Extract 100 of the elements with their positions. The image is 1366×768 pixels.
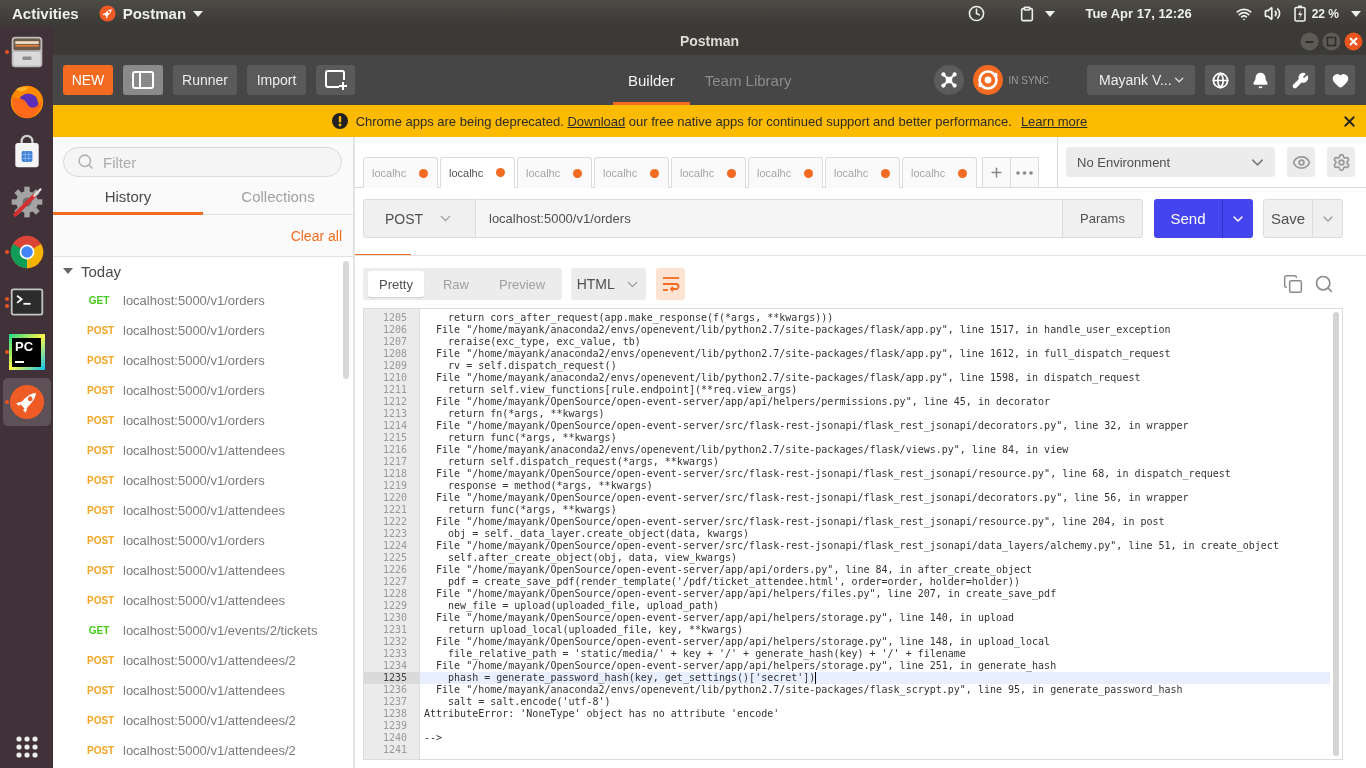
code-line: File "/home/mayank/OpenSource/open-event-server/app/api/helpers/storage.py", line 148, in upload_local	[435, 636, 1051, 648]
clock-icon[interactable]	[968, 5, 986, 22]
new-window-button[interactable]	[316, 65, 355, 95]
globe-button[interactable]	[1205, 65, 1235, 95]
settings-icon	[1331, 152, 1351, 172]
language-select[interactable]: HTML	[571, 268, 647, 300]
clear-all-link[interactable]: Clear all	[290, 227, 342, 244]
line-number: 1210	[381, 372, 408, 384]
banner-message: Chrome apps are being deprecated. Download our free native apps for continued support and better performance.	[355, 113, 1012, 129]
color-ring-icon	[8, 234, 45, 270]
wrench-icon	[1291, 71, 1309, 89]
heart-button[interactable]	[1325, 65, 1355, 95]
caret-icon[interactable]	[1351, 10, 1361, 17]
app-menu[interactable]: Postman	[98, 5, 204, 22]
activities-button[interactable]: Activities	[12, 5, 79, 22]
line-number: 1211	[381, 384, 408, 396]
account-dropdown[interactable]: Mayank V...	[1087, 65, 1195, 95]
apps-grid-icon[interactable]	[15, 736, 38, 758]
history-url[interactable]: localhost:5000/v1/attendees/2	[123, 712, 296, 728]
format-tab[interactable]: Raw	[431, 271, 480, 297]
copy-icon[interactable]	[1283, 274, 1303, 294]
history-url[interactable]: localhost:5000/v1/attendees	[123, 502, 285, 518]
satellite-button[interactable]	[934, 65, 965, 95]
history-url[interactable]: localhost:5000/v1/attendees	[123, 442, 285, 458]
date-time[interactable]: Tue Apr 17, 12:26	[1085, 6, 1192, 21]
code-line: return self.view_functions[rule.endpoint](**req.view_args)	[447, 384, 798, 396]
send-button[interactable]: Send	[1154, 199, 1222, 238]
line-number: 1215	[381, 432, 408, 444]
code-line: new_file = upload(uploaded_file, upload_path)	[447, 600, 719, 612]
code-line: File "/home/mayank/anaconda2/envs/openevent/lib/python2.7/site-packages/flask/app.py", line 1598, in dispatch_request	[435, 372, 1141, 384]
request-tab[interactable]: localhc	[748, 157, 823, 188]
learn-more-link[interactable]: Learn more	[1020, 113, 1088, 129]
window-title: Postman	[679, 33, 740, 49]
request-tab[interactable]: localhc	[440, 157, 515, 188]
history-url[interactable]: localhost:5000/v1/orders	[123, 322, 265, 338]
sidebar-tab[interactable]: History	[53, 180, 203, 215]
format-tab[interactable]: Preview	[488, 271, 557, 297]
wrap-lines-button[interactable]	[656, 268, 686, 300]
history-url[interactable]: localhost:5000/v1/attendees	[123, 682, 285, 698]
request-tab[interactable]: localhc	[671, 157, 746, 188]
history-url[interactable]: localhost:5000/v1/orders	[123, 412, 265, 428]
request-tab[interactable]: localhc	[825, 157, 900, 188]
clipboard-icon[interactable]	[1019, 5, 1036, 22]
history-url[interactable]: localhost:5000/v1/orders	[123, 472, 265, 488]
search-icon[interactable]	[1314, 274, 1334, 294]
sidebar-toggle-button[interactable]	[123, 65, 163, 95]
battery-percentage[interactable]: 22 %	[1311, 6, 1339, 21]
new-button[interactable]: NEW	[63, 65, 113, 95]
history-url[interactable]: localhost:5000/v1/orders	[123, 382, 265, 398]
caret-icon[interactable]	[1045, 10, 1056, 17]
settings-button[interactable]	[1285, 65, 1315, 95]
history-url[interactable]: localhost:5000/v1/attendees/2	[123, 652, 296, 668]
line-number: 1206	[381, 324, 408, 336]
method-select[interactable]: POST	[363, 199, 476, 238]
close-icon[interactable]	[1344, 31, 1363, 51]
history-url[interactable]: localhost:5000/v1/attendees/2	[123, 742, 296, 758]
download-link[interactable]: Download	[567, 113, 626, 129]
line-number: 1219	[381, 480, 408, 492]
line-number: 1231	[381, 624, 408, 636]
request-tab[interactable]: localhc	[363, 157, 438, 188]
scrollbar-thumb[interactable]	[343, 261, 349, 379]
orbit-icon[interactable]	[973, 65, 1004, 95]
history-url[interactable]: localhost:5000/v1/orders	[123, 532, 265, 548]
battery-icon[interactable]	[1293, 5, 1306, 22]
notifications-button[interactable]	[1245, 65, 1275, 95]
line-number: 1216	[381, 444, 408, 456]
filter-field[interactable]: Filter	[63, 147, 342, 177]
history-url[interactable]: localhost:5000/v1/orders	[123, 352, 265, 368]
format-tab[interactable]: Pretty	[368, 271, 424, 297]
request-tab[interactable]: localhc	[902, 157, 977, 188]
line-number: 1229	[381, 600, 408, 612]
scrollbar-thumb[interactable]	[1333, 312, 1339, 756]
environment-select[interactable]: No Environment	[1066, 147, 1275, 177]
import-button[interactable]: Import	[247, 65, 306, 95]
line-number: 1234	[381, 660, 408, 672]
line-number: 1218	[381, 468, 408, 480]
request-tab[interactable]: localhc	[517, 157, 592, 188]
request-tab[interactable]: localhc	[594, 157, 669, 188]
view-tab[interactable]: Team Library	[689, 55, 807, 105]
line-number: 1235	[364, 672, 419, 684]
line-number: 1214	[381, 420, 408, 432]
runner-button[interactable]: Runner	[173, 65, 237, 95]
history-url[interactable]: localhost:5000/v1/attendees	[123, 592, 285, 608]
save-button[interactable]: Save	[1263, 199, 1313, 238]
line-number: 1232	[381, 636, 408, 648]
line-number: 1205	[381, 312, 408, 324]
text-cursor	[815, 672, 817, 684]
send-options-button[interactable]	[1222, 199, 1253, 238]
active-app-highlight[interactable]	[2, 378, 51, 426]
history-url[interactable]: localhost:5000/v1/attendees	[123, 562, 285, 578]
volume-icon[interactable]	[1263, 5, 1281, 22]
expand-triangle-icon[interactable]	[63, 268, 73, 274]
line-number: 1217	[381, 456, 408, 468]
history-url[interactable]: localhost:5000/v1/events/2/tickets	[123, 622, 318, 638]
params-button[interactable]: Params	[1063, 199, 1143, 238]
sidebar-tab[interactable]: Collections	[203, 180, 353, 215]
line-number: 1238	[381, 708, 408, 720]
url-field[interactable]: localhost:5000/v1/orders	[476, 199, 1063, 238]
history-url[interactable]: localhost:5000/v1/orders	[123, 292, 265, 308]
group-label[interactable]: Today	[81, 262, 122, 280]
